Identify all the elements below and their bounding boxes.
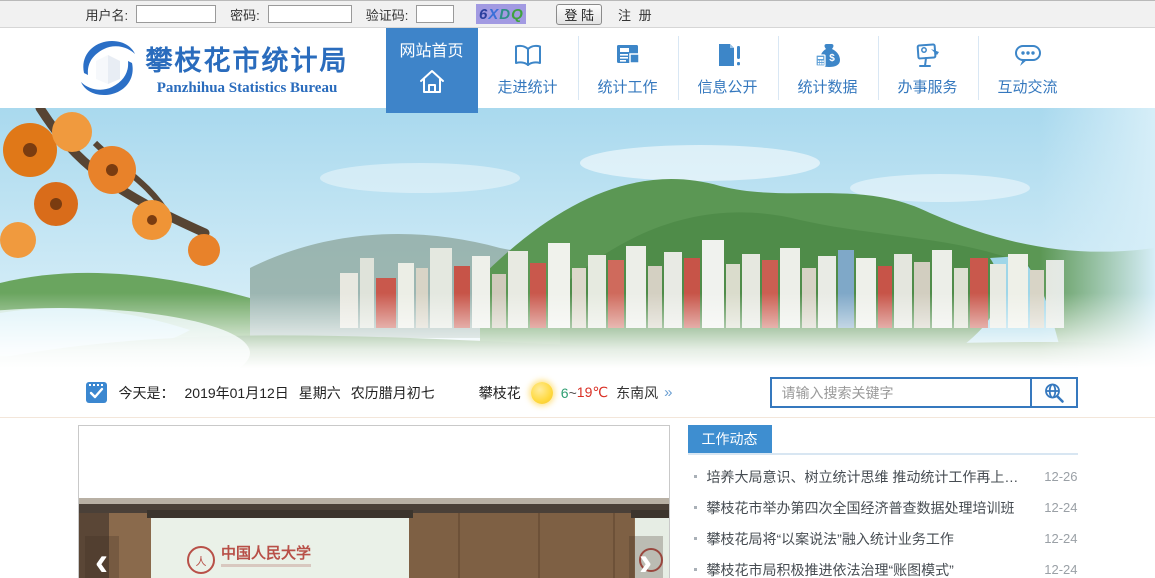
news-title[interactable]: 培养大局意识、树立统计思维 推动统计工作再上新台阶: [707, 467, 1033, 487]
username-label: 用户名:: [86, 5, 129, 24]
classroom-photo: 人 中国人民大学 四川省统计系统领导干部能 力提升高级研修班: [79, 498, 669, 578]
date-line: 今天是： 2019年01月12日星期六农历腊月初七: [119, 383, 445, 403]
nav-item-home[interactable]: 网站首页: [386, 28, 478, 113]
news-tabs: 工作动态: [688, 425, 1078, 455]
news-item[interactable]: 攀枝花市局积极推进依法治理“账图模式” 12-24: [688, 554, 1078, 578]
nav-item-data[interactable]: $ 统计数据: [778, 28, 878, 108]
main-nav: 网站首页 走进统计: [386, 28, 1078, 108]
password-label: 密码:: [230, 5, 260, 24]
news-carousel: 人 中国人民大学 四川省统计系统领导干部能 力提升高级研修班: [78, 425, 670, 578]
nav-item-work[interactable]: 统计工作: [578, 28, 678, 108]
search-button[interactable]: [1030, 379, 1076, 406]
captcha-label: 验证码:: [366, 5, 409, 24]
weekday-value: 星期六: [299, 385, 341, 401]
newspaper-icon: [613, 40, 643, 70]
today-label: 今天是：: [119, 385, 175, 401]
news-item[interactable]: 攀枝花市举办第四次全国经济普查数据处理培训班 12-24: [688, 492, 1078, 523]
bullet-dot: [694, 568, 697, 571]
weather-widget: 攀枝花 6 ~ 19℃ 东南风 »: [479, 382, 673, 404]
nav-item-services[interactable]: 办事服务: [878, 28, 978, 108]
brand-text: 攀枝花市统计局 Panzhihua Statistics Bureau: [146, 39, 349, 97]
search-box: [770, 377, 1078, 408]
news-title[interactable]: 攀枝花市举办第四次全国经济普查数据处理培训班: [707, 498, 1033, 518]
brand: 攀枝花市统计局 Panzhihua Statistics Bureau: [78, 28, 386, 108]
service-board-icon: [913, 40, 943, 70]
date-value: 2019年01月12日: [185, 385, 289, 401]
site-subtitle: Panzhihua Statistics Bureau: [146, 80, 349, 97]
bullet-dot: [694, 506, 697, 509]
bureau-logo-icon: [78, 37, 138, 99]
news-date: 12-24: [1044, 531, 1077, 546]
city-panorama-image: [0, 108, 1155, 368]
carousel-slide-photo[interactable]: 人 中国人民大学 四川省统计系统领导干部能 力提升高级研修班: [79, 498, 669, 578]
temp-high: 19℃: [577, 384, 608, 401]
search-globe-icon: [1043, 382, 1065, 404]
nav-item-info[interactable]: 信息公开: [678, 28, 778, 108]
site-header: 攀枝花市统计局 Panzhihua Statistics Bureau 网站首页…: [0, 28, 1155, 108]
login-bar: 用户名: 密码: 验证码: 6XDQ 登 陆 注 册: [0, 0, 1155, 28]
screen-logo-text: 中国人民大学: [221, 544, 311, 562]
carousel-prev-button[interactable]: ‹: [85, 536, 119, 578]
slide-white-area: [79, 426, 669, 498]
temp-separator: ~: [569, 385, 577, 401]
moneybag-icon: $: [813, 40, 843, 70]
username-input[interactable]: [136, 5, 216, 23]
news-date: 12-24: [1044, 500, 1077, 515]
news-date: 12-26: [1044, 469, 1077, 484]
calendar-check-icon: [86, 382, 107, 403]
lunar-date: 农历腊月初七: [351, 385, 435, 401]
book-icon: [513, 40, 543, 70]
tab-work-news[interactable]: 工作动态: [688, 425, 772, 453]
nav-item-about[interactable]: 走进统计: [478, 28, 578, 108]
news-title[interactable]: 攀枝花市局积极推进依法治理“账图模式”: [707, 560, 1033, 578]
news-panel: 工作动态 培养大局意识、树立统计思维 推动统计工作再上新台阶 12-26 攀枝花…: [688, 425, 1078, 578]
carousel-next-button[interactable]: ›: [629, 536, 663, 578]
document-alert-icon: [713, 40, 743, 70]
news-item[interactable]: 培养大局意识、树立统计思维 推动统计工作再上新台阶 12-26: [688, 461, 1078, 492]
banner-photo: [0, 108, 1155, 368]
wind-direction: 东南风: [616, 383, 658, 403]
search-input[interactable]: [772, 379, 1030, 406]
svg-text:$: $: [829, 53, 835, 64]
main-content: 人 中国人民大学 四川省统计系统领导干部能 力提升高级研修班: [0, 425, 1155, 578]
bullet-dot: [694, 537, 697, 540]
weather-city: 攀枝花: [479, 383, 521, 403]
captcha-input[interactable]: [416, 5, 454, 23]
temp-low: 6: [561, 385, 569, 401]
weather-more-link[interactable]: »: [664, 384, 672, 401]
password-input[interactable]: [268, 5, 352, 23]
news-item[interactable]: 攀枝花局将“以案说法”融入统计业务工作 12-24: [688, 523, 1078, 554]
login-button[interactable]: 登 陆: [556, 4, 602, 25]
home-icon: [417, 67, 447, 97]
svg-text:人: 人: [195, 555, 206, 568]
captcha-image[interactable]: 6XDQ: [476, 4, 526, 24]
site-title: 攀枝花市统计局: [146, 39, 349, 78]
nav-item-interact[interactable]: 互动交流: [978, 28, 1078, 108]
news-title[interactable]: 攀枝花局将“以案说法”融入统计业务工作: [707, 529, 1033, 549]
sun-icon: [531, 382, 553, 404]
info-bar: 今天是： 2019年01月12日星期六农历腊月初七 攀枝花 6 ~ 19℃ 东南风…: [0, 368, 1155, 418]
chat-bubble-icon: [1013, 40, 1043, 70]
page: 用户名: 密码: 验证码: 6XDQ 登 陆 注 册 攀枝花市统计局: [0, 0, 1155, 578]
news-list: 培养大局意识、树立统计思维 推动统计工作再上新台阶 12-26 攀枝花市举办第四…: [688, 461, 1078, 578]
news-date: 12-24: [1044, 562, 1077, 577]
register-link[interactable]: 注 册: [618, 5, 654, 24]
bullet-dot: [694, 475, 697, 478]
